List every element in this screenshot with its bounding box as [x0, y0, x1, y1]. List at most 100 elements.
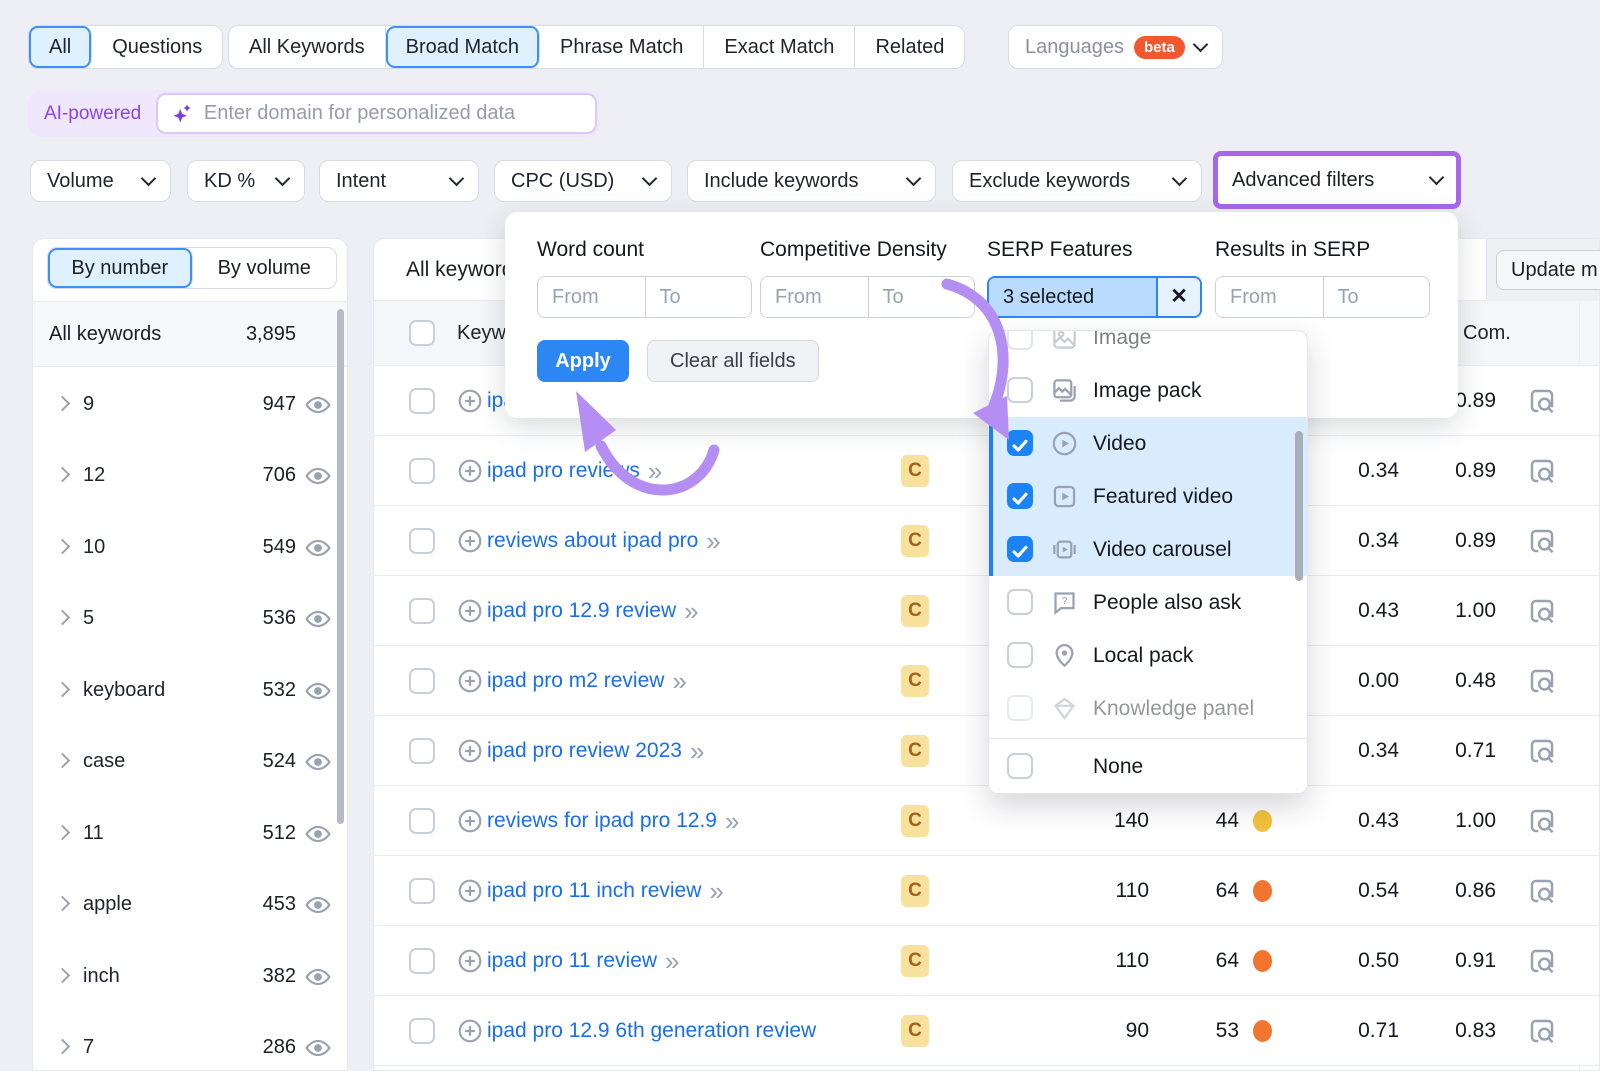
tab-all[interactable]: All [29, 26, 92, 68]
open-serp-chevrons-icon[interactable]: » [690, 738, 704, 764]
group-row[interactable]: inch 382 [33, 941, 347, 1012]
volume-filter-button[interactable]: Volume [30, 160, 171, 202]
eye-icon[interactable] [305, 749, 331, 775]
serp-preview-icon[interactable] [1527, 946, 1557, 976]
row-checkbox[interactable] [409, 598, 435, 624]
advanced-filters-button[interactable]: Advanced filters [1218, 156, 1456, 204]
clear-all-fields-button[interactable]: Clear all fields [647, 340, 819, 382]
serp-preview-icon[interactable] [1527, 876, 1557, 906]
row-checkbox[interactable] [409, 528, 435, 554]
results-in-serp-to-input[interactable] [1323, 277, 1430, 317]
keyword-link[interactable]: reviews about ipad pro [487, 529, 698, 553]
apply-button[interactable]: Apply [537, 340, 629, 382]
checkbox-unchecked[interactable] [1007, 695, 1033, 721]
serp-features-select[interactable]: 3 selected ✕ [987, 276, 1202, 318]
open-serp-chevrons-icon[interactable]: » [706, 528, 720, 554]
keyword-link[interactable]: reviews for ipad pro 12.9 [487, 809, 717, 833]
domain-input[interactable] [204, 102, 583, 125]
competitive-density-from-input[interactable] [761, 277, 868, 317]
row-checkbox[interactable] [409, 948, 435, 974]
checkbox-unchecked[interactable] [1007, 331, 1033, 350]
open-serp-chevrons-icon[interactable]: » [684, 598, 698, 624]
checkbox-checked[interactable] [1007, 483, 1033, 509]
add-keyword-icon[interactable] [457, 948, 483, 974]
chevron-right-icon[interactable] [55, 753, 71, 769]
checkbox-unchecked[interactable] [1007, 753, 1033, 779]
eye-icon[interactable] [305, 964, 331, 990]
chevron-right-icon[interactable] [55, 1039, 71, 1055]
sort-by-volume-button[interactable]: By volume [193, 248, 337, 288]
group-row[interactable]: 11 512 [33, 798, 347, 869]
eye-icon[interactable] [305, 821, 331, 847]
add-keyword-icon[interactable] [457, 878, 483, 904]
group-row[interactable]: keyboard 532 [33, 655, 347, 726]
keyword-link[interactable]: ipad pro 11 inch review [487, 879, 701, 903]
serp-preview-icon[interactable] [1527, 456, 1557, 486]
tab-exact-match[interactable]: Exact Match [704, 26, 855, 68]
add-keyword-icon[interactable] [457, 668, 483, 694]
languages-dropdown-button[interactable]: Languages beta [1008, 25, 1223, 69]
eye-icon[interactable] [305, 606, 331, 632]
checkbox-unchecked[interactable] [1007, 589, 1033, 615]
tab-phrase-match[interactable]: Phrase Match [540, 26, 704, 68]
word-count-to-input[interactable] [645, 277, 752, 317]
option-knowledge-panel[interactable]: Knowledge panel [989, 682, 1307, 726]
tab-all-keywords[interactable]: All Keywords [229, 26, 386, 68]
word-count-from-input[interactable] [538, 277, 645, 317]
row-checkbox[interactable] [409, 1018, 435, 1044]
chevron-right-icon[interactable] [55, 396, 71, 412]
option-video-carousel[interactable]: Video carousel [989, 523, 1307, 576]
include-keywords-filter-button[interactable]: Include keywords [687, 160, 936, 202]
checkbox-unchecked[interactable] [1007, 377, 1033, 403]
competitive-density-to-input[interactable] [868, 277, 975, 317]
option-image-pack[interactable]: Image pack [989, 364, 1307, 417]
add-keyword-icon[interactable] [457, 1018, 483, 1044]
add-keyword-icon[interactable] [457, 388, 483, 414]
intent-filter-button[interactable]: Intent [319, 160, 479, 202]
results-in-serp-from-input[interactable] [1216, 277, 1323, 317]
row-checkbox[interactable] [409, 738, 435, 764]
tab-questions[interactable]: Questions [92, 26, 222, 68]
add-keyword-icon[interactable] [457, 738, 483, 764]
group-row[interactable]: 10 549 [33, 512, 347, 583]
open-serp-chevrons-icon[interactable]: » [672, 668, 686, 694]
open-serp-chevrons-icon[interactable]: » [709, 878, 723, 904]
select-all-checkbox[interactable] [409, 320, 435, 346]
option-image[interactable]: Image [989, 331, 1307, 364]
kd-filter-button[interactable]: KD % [187, 160, 305, 202]
group-row[interactable]: 5 536 [33, 583, 347, 654]
keyword-link[interactable]: ipad pro reviews [487, 459, 640, 483]
keyword-link[interactable]: ipad pro 12.9 review [487, 599, 676, 623]
checkbox-unchecked[interactable] [1007, 642, 1033, 668]
sidebar-scrollbar[interactable] [337, 309, 344, 824]
chevron-right-icon[interactable] [55, 896, 71, 912]
add-keyword-icon[interactable] [457, 808, 483, 834]
row-checkbox[interactable] [409, 808, 435, 834]
tab-related[interactable]: Related [855, 26, 964, 68]
group-row[interactable]: 12 706 [33, 440, 347, 511]
eye-icon[interactable] [305, 535, 331, 561]
serp-preview-icon[interactable] [1527, 526, 1557, 556]
chevron-right-icon[interactable] [55, 825, 71, 841]
chevron-right-icon[interactable] [55, 682, 71, 698]
row-checkbox[interactable] [409, 388, 435, 414]
open-serp-chevrons-icon[interactable]: » [648, 458, 662, 484]
eye-icon[interactable] [305, 892, 331, 918]
serp-preview-icon[interactable] [1527, 1016, 1557, 1046]
serp-preview-icon[interactable] [1527, 806, 1557, 836]
chevron-right-icon[interactable] [55, 968, 71, 984]
option-featured-video[interactable]: Featured video [989, 470, 1307, 523]
eye-icon[interactable] [305, 1035, 331, 1061]
serp-preview-icon[interactable] [1527, 596, 1557, 626]
eye-icon[interactable] [305, 678, 331, 704]
row-checkbox[interactable] [409, 458, 435, 484]
checkbox-checked[interactable] [1007, 536, 1033, 562]
row-checkbox[interactable] [409, 668, 435, 694]
checkbox-checked[interactable] [1007, 430, 1033, 456]
eye-icon[interactable] [305, 463, 331, 489]
group-row[interactable]: 9 947 [33, 369, 347, 440]
add-keyword-icon[interactable] [457, 528, 483, 554]
keyword-link[interactable]: ipad pro m2 review [487, 669, 664, 693]
keyword-link[interactable]: ipad pro 11 review [487, 949, 657, 973]
keyword-link[interactable]: ipad pro review 2023 [487, 739, 682, 763]
